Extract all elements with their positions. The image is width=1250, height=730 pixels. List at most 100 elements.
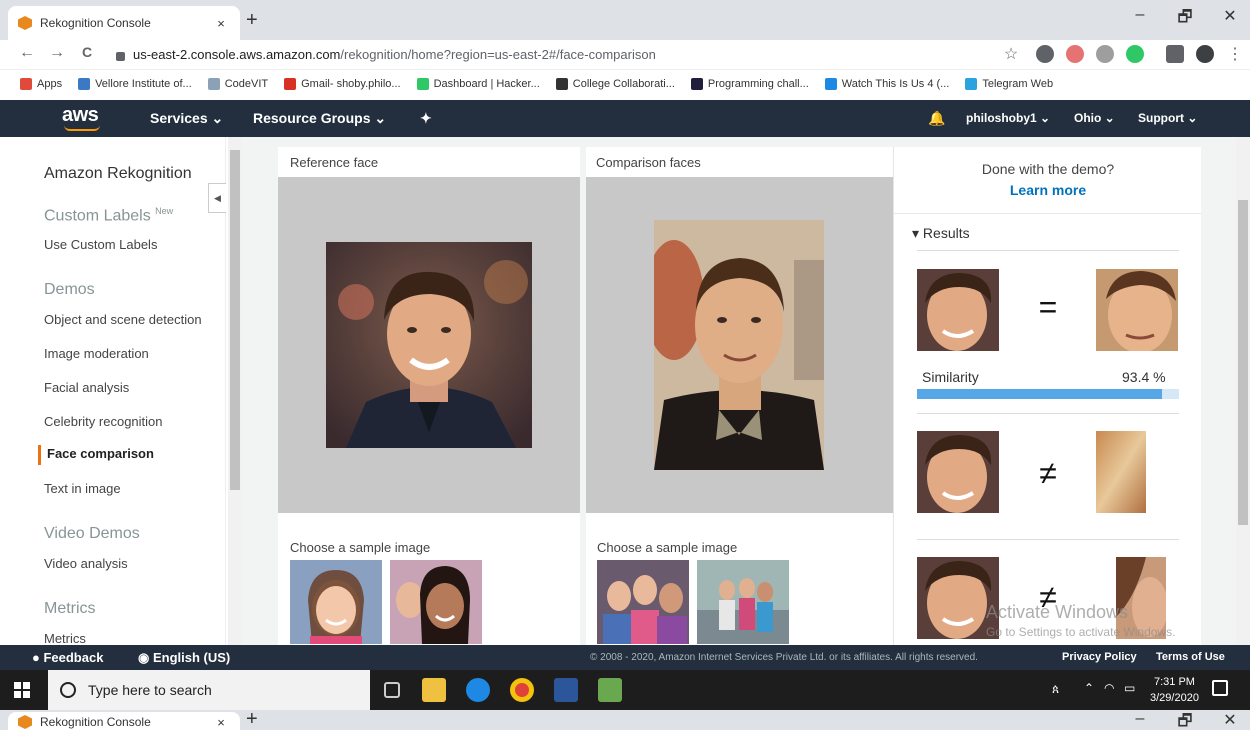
taskbar-clock[interactable]: 7:31 PM 3/29/2020	[1150, 674, 1199, 706]
sidebar-item-celebrity[interactable]: Celebrity recognition	[44, 414, 163, 429]
extension-s-icon[interactable]	[1036, 45, 1054, 63]
bookmark-favicon-icon	[207, 78, 220, 90]
microphone-icon[interactable]	[340, 681, 364, 705]
window-close-button-bottom[interactable]: ✕	[1210, 710, 1250, 730]
maximize-button-bottom[interactable]: 🗗	[1165, 710, 1205, 730]
results-divider-2	[917, 250, 1179, 251]
choose-sample-right-label: Choose a sample image	[597, 540, 738, 555]
resource-groups-menu[interactable]: Resource Groups ⌄	[253, 110, 386, 127]
maximize-button[interactable]: 🗗	[1165, 6, 1205, 33]
taskbar-search-input[interactable]: Type here to search	[48, 670, 370, 710]
task-view-icon[interactable]	[384, 682, 400, 698]
bookmark-item[interactable]: Programming chall...	[690, 78, 809, 90]
url-host: us-east-2.console.aws.amazon.com	[133, 47, 341, 62]
bookmark-favicon-icon	[284, 78, 297, 90]
forward-button[interactable]: →	[46, 44, 68, 62]
chrome-icon[interactable]	[510, 678, 534, 702]
sidebar-title[interactable]: Amazon Rekognition	[44, 165, 192, 183]
language-selector[interactable]: ◉ English (US)	[138, 650, 230, 666]
user-menu[interactable]: philoshoby1 ⌄	[966, 111, 1050, 125]
windows-start-icon[interactable]	[14, 682, 30, 698]
sample-image-4[interactable]	[697, 560, 789, 644]
extension-shield-icon[interactable]	[1096, 45, 1114, 63]
reference-image-area[interactable]	[278, 177, 580, 513]
sample-image-1[interactable]	[290, 560, 382, 644]
minimize-button[interactable]: –	[1120, 6, 1160, 24]
feedback-link[interactable]: ● Feedback	[32, 650, 103, 665]
window-close-button[interactable]: ✕	[1210, 6, 1250, 26]
profile-avatar-icon[interactable]	[1196, 45, 1214, 63]
bookmark-star-icon[interactable]: ☆	[1000, 44, 1022, 64]
terms-of-use-link[interactable]: Terms of Use	[1156, 651, 1225, 663]
browser-tabstrip: Rekognition Console × + – 🗗 ✕	[0, 0, 1250, 40]
sidebar-item-image-moderation[interactable]: Image moderation	[44, 346, 149, 361]
bookmark-item[interactable]: Watch This Is Us 4 (...	[824, 78, 949, 90]
results-divider	[894, 213, 1201, 214]
tab-close-icon[interactable]: ×	[212, 16, 230, 31]
url-input[interactable]: us-east-2.console.aws.amazon.com/rekogni…	[110, 42, 990, 67]
bookmark-item[interactable]: Apps	[20, 78, 62, 90]
pin-icon[interactable]: ✦	[420, 110, 432, 127]
url-path: /rekognition/home?region=us-east-2#/face…	[340, 47, 656, 62]
tray-chevron-icon[interactable]: ⌃	[1084, 681, 1094, 695]
sidebar-item-use-custom-labels[interactable]: Use Custom Labels	[44, 237, 157, 252]
minimize-button-bottom[interactable]: –	[1120, 710, 1160, 728]
browser-tab[interactable]: Rekognition Console ×	[8, 6, 240, 40]
word-icon[interactable]	[554, 678, 578, 702]
extension-grammarly-icon[interactable]	[1126, 45, 1144, 63]
privacy-policy-link[interactable]: Privacy Policy	[1062, 651, 1137, 663]
bookmark-item[interactable]: CodeVIT	[207, 78, 268, 90]
sidebar-item-metrics[interactable]: Metrics	[44, 631, 86, 645]
sidebar-item-face-comparison[interactable]: Face comparison	[38, 445, 154, 465]
sidebar-item-object-scene[interactable]: Object and scene detection	[44, 312, 202, 327]
region-menu[interactable]: Ohio ⌄	[1074, 111, 1115, 125]
bookmark-item[interactable]: Vellore Institute of...	[78, 78, 192, 90]
wifi-icon[interactable]: ◠	[1104, 681, 1114, 695]
reload-button[interactable]: C	[76, 44, 98, 60]
bookmark-label: Vellore Institute of...	[95, 78, 192, 90]
file-explorer-icon[interactable]	[422, 678, 446, 702]
browser-menu-icon[interactable]: ⋮	[1224, 44, 1246, 64]
aws-logo[interactable]: aws	[62, 104, 99, 127]
bookmark-item[interactable]: College Collaborati...	[555, 78, 675, 90]
back-button[interactable]: ←	[16, 44, 38, 62]
reading-list-icon[interactable]	[1166, 45, 1184, 63]
sample-image-2[interactable]	[390, 560, 482, 644]
main-scrollbar-thumb[interactable]	[1238, 200, 1248, 525]
comparison-image-area[interactable]	[586, 177, 893, 513]
extension-block-icon[interactable]	[1066, 45, 1084, 63]
support-menu[interactable]: Support ⌄	[1138, 111, 1197, 125]
aws-top-nav: aws Services ⌄ Resource Groups ⌄ ✦ 🔔 phi…	[0, 100, 1250, 137]
feedback-label: Feedback	[43, 650, 104, 665]
new-tab-button-bottom[interactable]: +	[246, 710, 258, 730]
results-heading[interactable]: ▾ Results	[912, 225, 970, 242]
sidebar-collapse-button[interactable]: ◀	[208, 183, 226, 213]
video-demos-heading: Video Demos	[44, 525, 140, 542]
people-icon[interactable]: ጰ	[1052, 682, 1059, 697]
browser-tab-bottom[interactable]: Rekognition Console ×	[8, 712, 240, 730]
sample-image-3[interactable]	[597, 560, 689, 644]
sidebar-item-text-in-image[interactable]: Text in image	[44, 481, 121, 496]
custom-labels-label: Custom Labels	[44, 207, 151, 225]
notification-center-icon[interactable]	[1212, 680, 1228, 696]
comparison-face-photo	[654, 220, 824, 470]
clock-date: 3/29/2020	[1150, 692, 1199, 704]
services-menu[interactable]: Services ⌄	[150, 110, 223, 127]
bookmark-item[interactable]: Dashboard | Hacker...	[416, 78, 540, 90]
bell-icon[interactable]: 🔔	[928, 110, 945, 127]
bookmark-item[interactable]: Gmail- shoby.philo...	[284, 78, 401, 90]
sidebar-item-video-analysis[interactable]: Video analysis	[44, 556, 128, 571]
bookmark-favicon-icon	[20, 78, 32, 90]
battery-icon[interactable]: ▭	[1124, 681, 1135, 695]
bookmark-label: College Collaborati...	[572, 78, 675, 90]
bookmark-item[interactable]: Telegram Web	[965, 78, 1053, 90]
image-viewer-icon[interactable]	[598, 678, 622, 702]
tab-close-icon-bottom[interactable]: ×	[212, 715, 230, 730]
edge-browser-icon[interactable]	[466, 678, 490, 702]
language-label: English (US)	[152, 650, 231, 665]
sidebar-item-facial-analysis[interactable]: Facial analysis	[44, 380, 129, 395]
new-tab-button[interactable]: +	[246, 9, 258, 32]
bookmark-label: Gmail- shoby.philo...	[301, 78, 401, 90]
sidebar-scrollbar-thumb[interactable]	[230, 150, 240, 490]
learn-more-link[interactable]: Learn more	[894, 182, 1201, 198]
